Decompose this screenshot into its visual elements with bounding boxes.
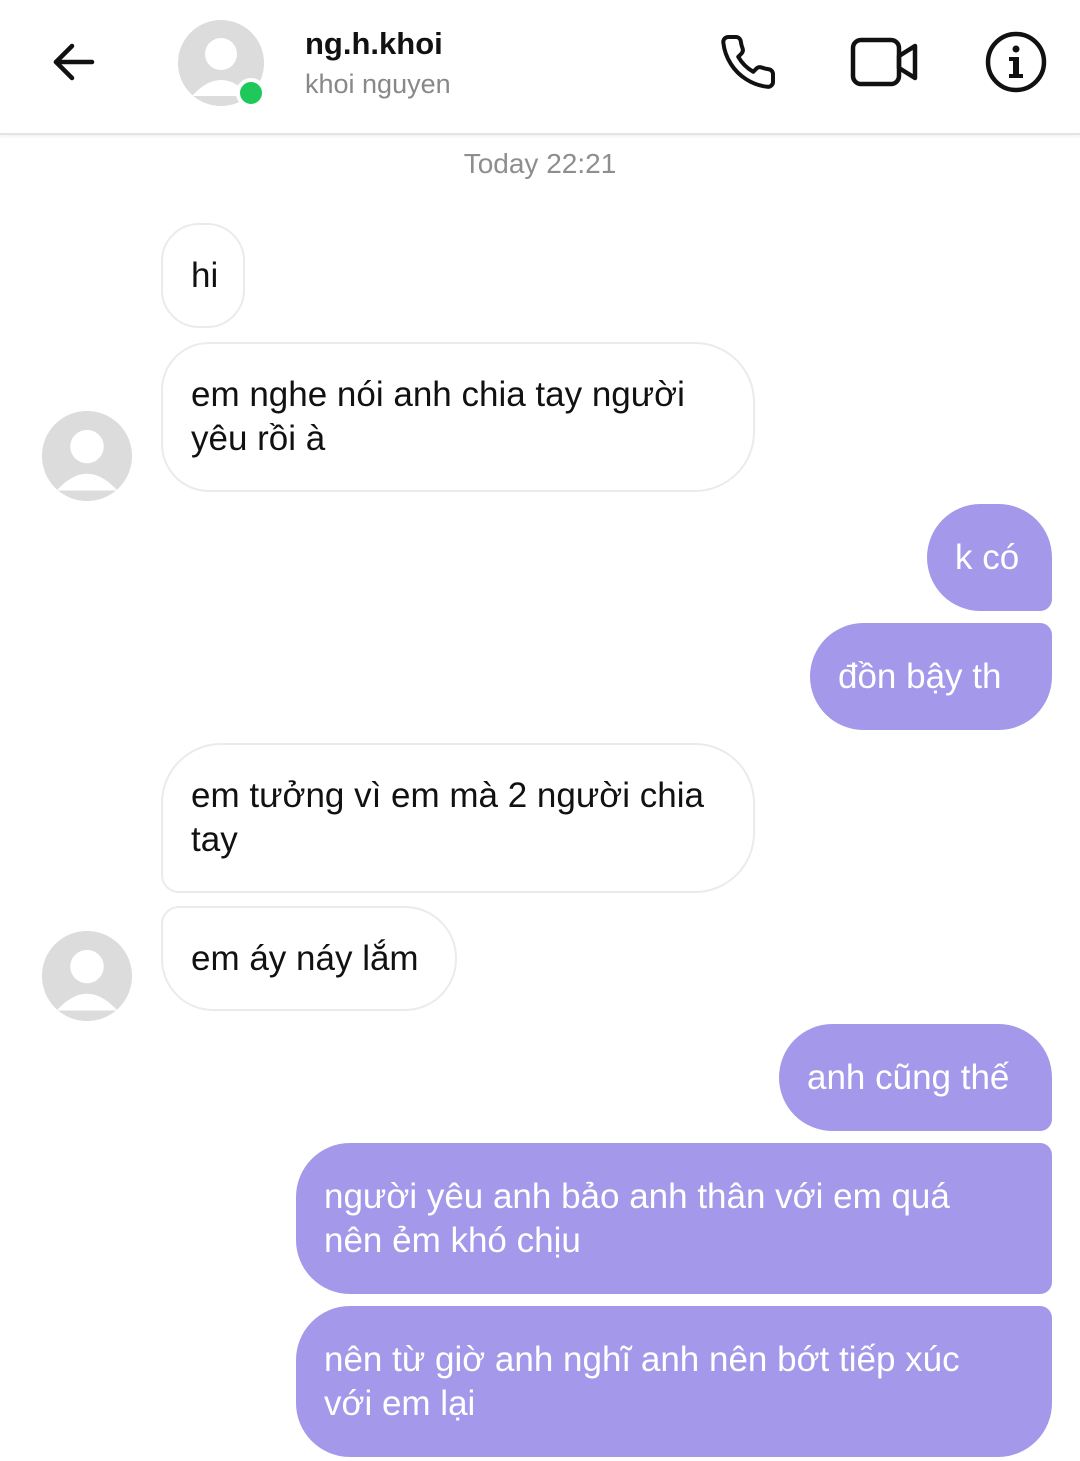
conversation-info-button[interactable] [974,22,1058,106]
online-status-dot [236,78,266,108]
incoming-message-bubble[interactable]: hi [161,223,245,328]
sender-avatar[interactable] [42,411,132,501]
video-camera-icon [849,34,919,95]
outgoing-message-bubble[interactable]: người yêu anh bảo anh thân với em quá nê… [296,1143,1052,1294]
incoming-message-bubble[interactable]: em tưởng vì em mà 2 người chia tay [161,743,755,893]
chat-header: ng.h.khoi khoi nguyen [0,0,1080,135]
outgoing-message-bubble[interactable]: anh cũng thế [779,1024,1052,1131]
incoming-message-bubble[interactable]: em áy náy lắm [161,906,457,1011]
outgoing-message-bubble[interactable]: đồn bậy th [810,623,1052,730]
outgoing-message-bubble[interactable]: nên từ giờ anh nghĩ anh nên bớt tiếp xúc… [296,1306,1052,1457]
user-silhouette-icon [42,411,132,501]
thread-timestamp: Today 22:21 [463,148,617,179]
contact-avatar[interactable] [178,20,266,108]
arrow-left-icon [46,36,98,93]
contact-username: ng.h.khoi [305,26,443,61]
user-silhouette-icon [42,931,132,1021]
video-call-button[interactable] [842,22,926,106]
incoming-message-bubble[interactable]: em nghe nói anh chia tay người yêu rồi à [161,342,755,492]
info-icon [984,30,1048,99]
outgoing-message-bubble[interactable]: k có [927,504,1052,611]
contact-full-name: khoi nguyen [305,69,451,99]
voice-call-button[interactable] [706,22,790,106]
back-button[interactable] [36,28,108,100]
phone-icon [718,32,778,97]
contact-info[interactable]: ng.h.khoi khoi nguyen [305,24,451,104]
sender-avatar[interactable] [42,931,132,1021]
